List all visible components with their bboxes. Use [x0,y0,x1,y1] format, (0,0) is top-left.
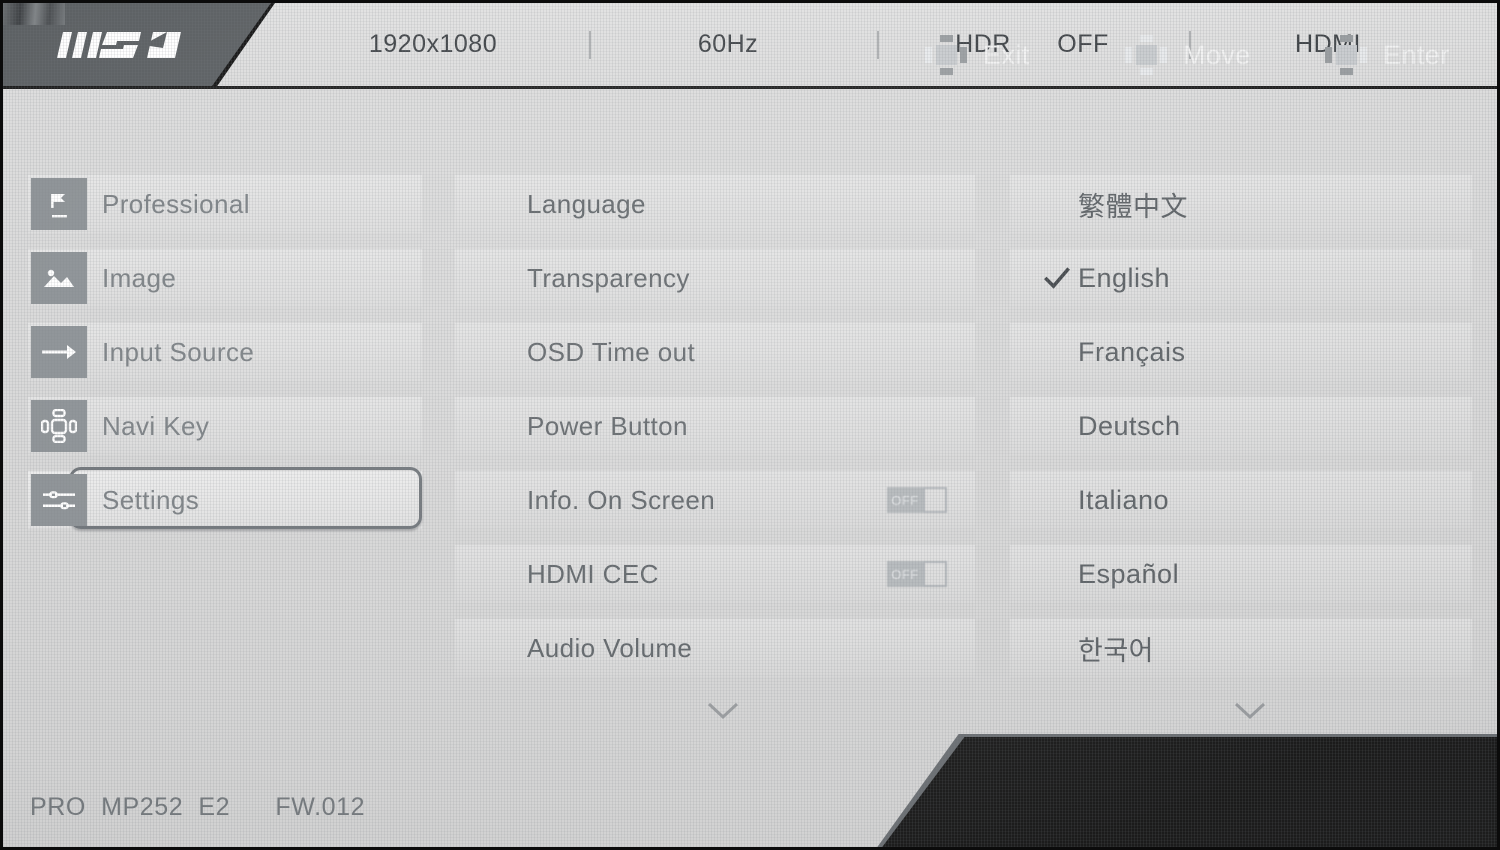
submenu-item-label: HDMI CEC [527,558,659,589]
sidebar-item-label: Image [102,262,177,293]
option-item-traditional-chinese[interactable]: 繁體中文 [1010,175,1472,233]
sidebar-item-input-source[interactable]: Input Source [28,323,422,381]
submenu-item-label: OSD Time out [527,336,696,367]
osd-submenu: Language Transparency OSD Time out Power… [455,175,975,693]
submenu-item-label: Transparency [527,262,690,293]
submenu-scroll-down-chevron-icon[interactable] [706,700,740,720]
sidebar-item-label: Input Source [102,336,255,367]
submenu-item-label: Info. On Screen [527,484,716,515]
option-item-german[interactable]: Deutsch [1010,397,1472,455]
nav-button-label: Move [1183,39,1251,70]
navi-key-icon [31,400,87,452]
submenu-item-label: Power Button [527,410,688,441]
sidebar-item-label: Settings [102,484,200,515]
option-item-italian[interactable]: Italiano [1010,471,1472,529]
status-refresh-rate: 60Hz [697,30,759,58]
osd-main-menu: Professional Image Input Source Navi Key… [28,175,422,545]
submenu-item-hdmi-cec[interactable]: HDMI CEC OFF [455,545,975,603]
option-item-korean[interactable]: 한국어 [1010,619,1472,677]
monitor-model-info: PRO MP252 E2 FW.012 [30,793,366,821]
sidebar-item-image[interactable]: Image [28,249,422,307]
option-item-label: 繁體中文 [1078,191,1188,222]
submenu-item-label: Audio Volume [527,632,693,663]
status-resolution: 1920x1080 [368,30,498,58]
submenu-item-label: Language [527,188,646,219]
sidebar-item-label: Navi Key [102,410,210,441]
option-item-label: Español [1078,558,1180,589]
navi-pad-icon [1325,35,1367,75]
status-hdr-value: OFF [1057,30,1109,58]
msi-logo-icon [57,31,181,58]
toggle-state-label: OFF [887,487,923,513]
nav-button-move[interactable]: Move [1125,30,1251,80]
submenu-item-info-on-screen[interactable]: Info. On Screen OFF [455,471,975,529]
nav-button-enter[interactable]: Enter [1325,30,1450,80]
submenu-item-osd-time-out[interactable]: OSD Time out [455,323,975,381]
professional-icon [31,178,87,230]
submenu-item-audio-volume[interactable]: Audio Volume [455,619,975,677]
checkmark-icon [1044,267,1070,289]
nav-button-exit[interactable]: Exit [925,30,1030,80]
toggle-knob [923,561,947,587]
input-source-icon [31,326,87,378]
toggle-knob [923,487,947,513]
monitor-osd-screen: 1920x1080 60Hz HDR OFF HDMI Professional [0,0,1500,850]
option-item-spanish[interactable]: Español [1010,545,1472,603]
nav-button-label: Enter [1383,39,1450,70]
sidebar-item-professional[interactable]: Professional [28,175,422,233]
option-item-english[interactable]: English [1010,249,1472,307]
option-item-label: Français [1078,336,1186,367]
option-item-label: English [1078,262,1171,293]
option-item-label: Deutsch [1078,410,1181,441]
photo-noise-artifact [3,3,65,25]
nav-button-label: Exit [983,39,1030,70]
sidebar-item-navi-key[interactable]: Navi Key [28,397,422,455]
options-scroll-down-chevron-icon[interactable] [1233,700,1267,720]
navi-pad-icon [925,35,967,75]
osd-options-list: 繁體中文 English Français Deutsch Italiano E… [1010,175,1472,693]
navi-pad-icon [1125,35,1167,75]
topbar-underline [3,86,1497,89]
image-icon [31,252,87,304]
hdmi-cec-toggle[interactable]: OFF [887,561,947,587]
topbar-separator [589,31,591,59]
settings-icon [31,474,87,526]
toggle-state-label: OFF [887,561,923,587]
info-on-screen-toggle[interactable]: OFF [887,487,947,513]
submenu-item-power-button[interactable]: Power Button [455,397,975,455]
option-item-french[interactable]: Français [1010,323,1472,381]
submenu-item-language[interactable]: Language [455,175,975,233]
osd-top-bar: 1920x1080 60Hz HDR OFF HDMI [3,3,1497,89]
option-item-label: Italiano [1078,484,1170,515]
option-item-label: 한국어 [1078,635,1155,666]
sidebar-item-label: Professional [102,188,250,219]
sidebar-item-settings[interactable]: Settings [28,467,422,529]
submenu-item-transparency[interactable]: Transparency [455,249,975,307]
topbar-separator [877,31,879,59]
